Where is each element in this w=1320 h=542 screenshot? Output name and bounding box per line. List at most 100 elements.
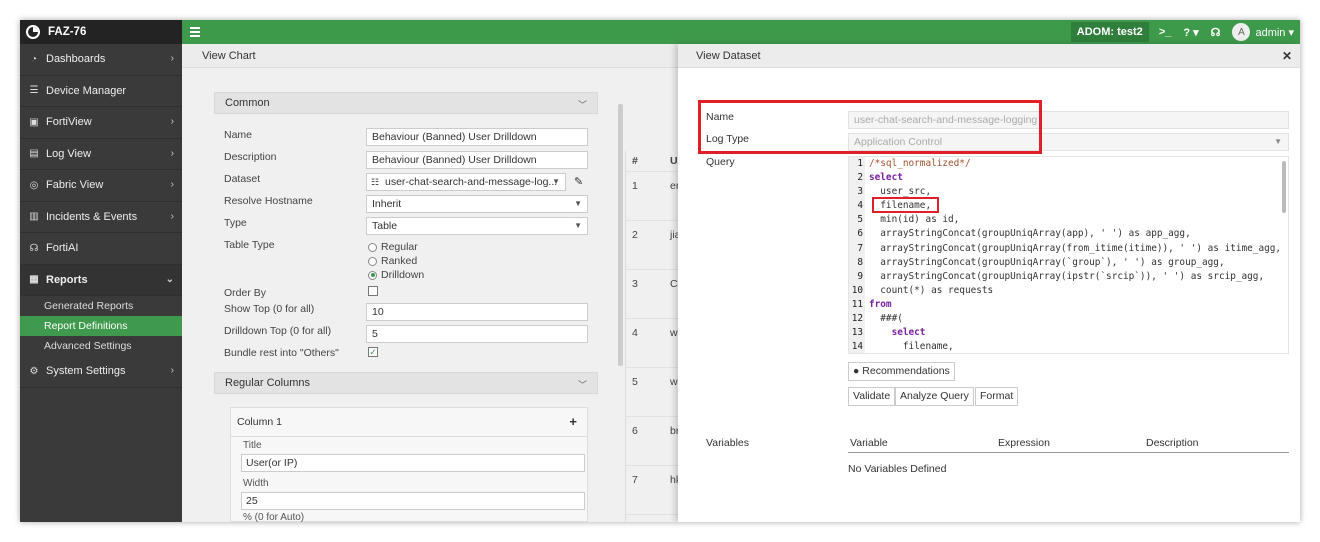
lightbulb-icon: ● bbox=[853, 365, 860, 377]
help-icon[interactable]: ? ▾ bbox=[1183, 26, 1198, 39]
table-row[interactable]: 8rli bbox=[626, 514, 679, 522]
sidebar-item-dashboards[interactable]: ◔ Dashboards › bbox=[20, 44, 182, 76]
query-label: Query bbox=[706, 156, 735, 168]
dashboard-icon: ◔ bbox=[30, 53, 38, 65]
column-width-label: Width bbox=[243, 478, 269, 489]
query-editor[interactable]: 1/*sql_normalized*/ 2 select 3 user_src, … bbox=[848, 156, 1289, 354]
chevron-right-icon: › bbox=[170, 116, 174, 127]
fortiai-assistant-icon[interactable]: ☊ bbox=[1211, 26, 1221, 39]
column-title-label: Title bbox=[243, 440, 262, 451]
avatar[interactable]: A bbox=[1232, 23, 1251, 41]
show-top-input[interactable]: 10 bbox=[366, 303, 588, 321]
code-line: 14 filename, bbox=[849, 340, 1288, 353]
preview-table: # U 1er 2jia 3Ch 4w 5w 6br 7hk 8rli bbox=[625, 151, 683, 522]
chevron-down-icon: ▼ bbox=[574, 199, 582, 208]
user-menu[interactable]: admin ▾ bbox=[1255, 26, 1294, 39]
fabric-view-icon: ◎ bbox=[29, 179, 39, 191]
hamburger-menu-icon[interactable] bbox=[190, 27, 200, 37]
name-logtype-highlight bbox=[698, 100, 1042, 154]
editor-scrollbar[interactable] bbox=[1282, 161, 1286, 213]
view-dataset-panel: View Dataset ✕ Name user-chat-search-and… bbox=[678, 44, 1300, 522]
code-line: 6 arrayStringConcat(groupUniqArray(app),… bbox=[849, 227, 1288, 242]
sidebar-item-device-manager[interactable]: ☰ Device Manager bbox=[20, 76, 182, 107]
close-icon[interactable]: ✕ bbox=[1282, 44, 1292, 68]
sidebar-item-system-settings[interactable]: ⚙ System Settings › bbox=[20, 356, 182, 388]
column-title-input[interactable]: User(or IP) bbox=[241, 454, 585, 472]
code-line: 7 arrayStringConcat(groupUniqArray(from_… bbox=[849, 241, 1288, 256]
table-type-ranked-radio[interactable]: Ranked bbox=[368, 255, 417, 267]
recommendations-button[interactable]: ● Recommendations bbox=[848, 362, 955, 381]
cli-console-icon[interactable]: >_ bbox=[1159, 26, 1172, 38]
type-label: Type bbox=[224, 217, 247, 229]
table-row[interactable]: 2 jia bbox=[626, 220, 681, 269]
code-line: 5 min(id) as id, bbox=[849, 213, 1288, 228]
sidebar-item-generated-reports[interactable]: Generated Reports bbox=[20, 296, 182, 316]
fortiview-icon: ▣ bbox=[29, 116, 39, 128]
description-column-header: Description bbox=[1146, 437, 1199, 449]
table-row[interactable]: 3 Ch bbox=[626, 269, 683, 318]
resolve-hostname-select[interactable]: Inherit ▼ bbox=[366, 195, 588, 213]
sidebar-item-fabric-view[interactable]: ◎ Fabric View › bbox=[20, 170, 182, 202]
add-column-icon[interactable]: + bbox=[569, 414, 577, 429]
common-section-header[interactable]: Common ﹀ bbox=[214, 92, 598, 114]
top-bar: ADOM: test2 >_ ? ▾ ☊ A admin ▾ bbox=[182, 20, 1300, 44]
sidebar-item-fortiview[interactable]: ▣ FortiView › bbox=[20, 107, 182, 139]
chart-description-input[interactable]: Behaviour (Banned) User Drilldown bbox=[366, 151, 588, 169]
show-top-label: Show Top (0 for all) bbox=[224, 303, 315, 315]
validate-button[interactable]: Validate bbox=[848, 387, 896, 406]
log-view-icon: ▤ bbox=[29, 148, 39, 160]
column-width-input[interactable]: 25 bbox=[241, 492, 585, 510]
code-line: 12 ###( bbox=[849, 312, 1288, 327]
gear-icon: ⚙ bbox=[29, 365, 39, 377]
dataset-select[interactable]: ☷ user-chat-search-and-message-log... ▼ bbox=[366, 173, 566, 191]
format-button[interactable]: Format bbox=[975, 387, 1019, 406]
chevron-down-icon: ⌄ bbox=[165, 273, 174, 285]
table-row[interactable]: 7 hk bbox=[626, 465, 681, 514]
code-line: 1/*sql_normalized*/ bbox=[849, 157, 1288, 172]
sidebar-item-advanced-settings[interactable]: Advanced Settings bbox=[20, 336, 182, 356]
bundle-checkbox[interactable]: ✓ bbox=[368, 347, 378, 357]
incidents-icon: ▥ bbox=[29, 211, 39, 223]
chevron-down-icon: ﹀ bbox=[577, 380, 587, 390]
regular-columns-header[interactable]: Regular Columns ﹀ bbox=[214, 372, 598, 394]
bundle-label: Bundle rest into "Others" bbox=[224, 347, 339, 359]
table-row[interactable]: 6 br bbox=[626, 416, 679, 465]
form-scrollbar[interactable] bbox=[618, 104, 623, 366]
sidebar-item-incidents-events[interactable]: ▥ Incidents & Events › bbox=[20, 202, 182, 233]
brand[interactable]: FAZ-76 bbox=[20, 20, 182, 44]
chevron-down-icon: ▼ bbox=[1274, 137, 1282, 146]
sidebar-item-fortiai[interactable]: ☊ FortiAI bbox=[20, 233, 182, 265]
table-row[interactable]: 5w bbox=[626, 367, 679, 416]
chevron-right-icon: › bbox=[170, 53, 174, 64]
app-title: FAZ-76 bbox=[48, 26, 87, 38]
sidebar-item-report-definitions[interactable]: Report Definitions bbox=[20, 316, 182, 336]
edit-dataset-icon[interactable]: ✎ bbox=[574, 175, 583, 188]
column-width-hint: % (0 for Auto) bbox=[243, 512, 305, 522]
order-by-label: Order By bbox=[224, 287, 267, 299]
chevron-right-icon: › bbox=[170, 365, 174, 376]
chevron-down-icon: ▼ bbox=[574, 221, 582, 230]
drilldown-top-input[interactable]: 5 bbox=[366, 325, 588, 343]
table-type-regular-radio[interactable]: Regular bbox=[368, 241, 418, 253]
code-line: 11 from bbox=[849, 297, 1288, 313]
adom-selector[interactable]: ADOM: test2 bbox=[1070, 22, 1149, 42]
table-type-drilldown-radio[interactable]: Drilldown bbox=[368, 269, 424, 281]
code-line: 9 arrayStringConcat(groupUniqArray(ipstr… bbox=[849, 269, 1288, 284]
sidebar-item-log-view[interactable]: ▤ Log View › bbox=[20, 139, 182, 170]
preview-table-header: # U bbox=[632, 155, 678, 167]
analyze-query-button[interactable]: Analyze Query bbox=[895, 387, 974, 406]
no-variables-text: No Variables Defined bbox=[848, 463, 947, 475]
table-row[interactable]: 1 er bbox=[626, 171, 679, 220]
reports-icon: ▦ bbox=[29, 274, 39, 286]
device-icon: ☰ bbox=[29, 85, 39, 97]
variable-column-header: Variable bbox=[850, 437, 888, 449]
filename-highlight bbox=[872, 197, 939, 213]
dataset-icon: ☷ bbox=[371, 177, 380, 187]
table-type-label: Table Type bbox=[224, 239, 275, 251]
order-by-checkbox[interactable] bbox=[368, 286, 378, 296]
table-row[interactable]: 4w bbox=[626, 318, 679, 367]
chart-name-input[interactable]: Behaviour (Banned) User Drilldown bbox=[366, 128, 588, 146]
type-select[interactable]: Table ▼ bbox=[366, 217, 588, 235]
sidebar-item-reports[interactable]: ▦ Reports ⌄ bbox=[20, 264, 182, 296]
column-1-header: Column 1 bbox=[237, 416, 282, 428]
